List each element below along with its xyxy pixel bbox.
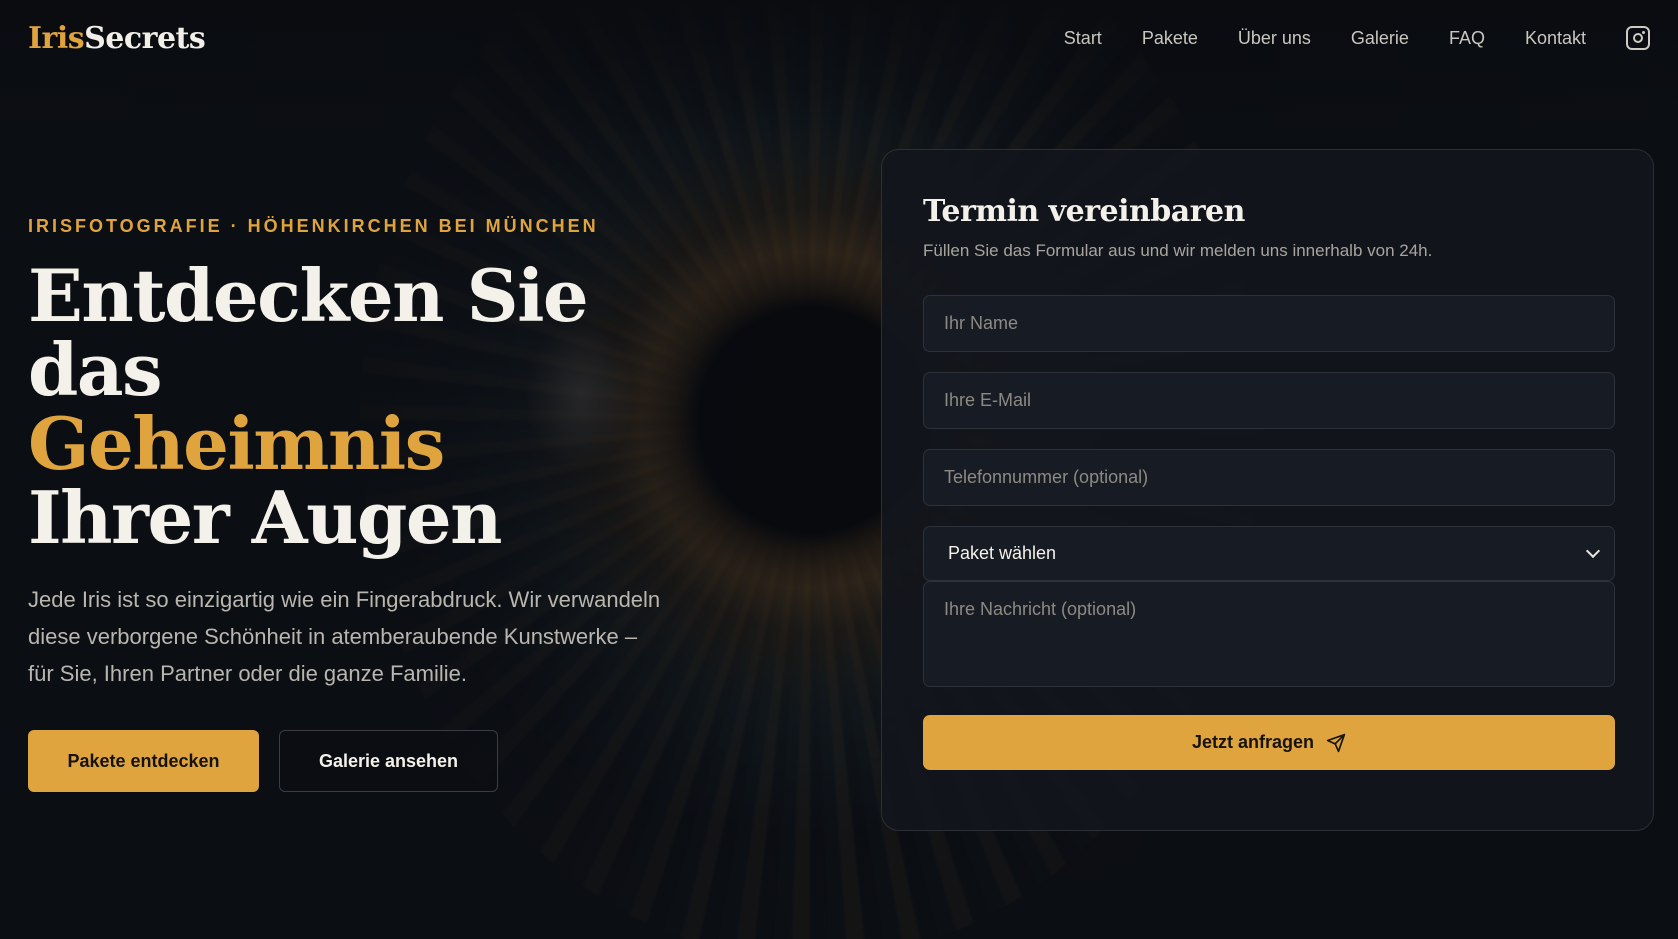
form-fields: Paket wählen Jetzt anfragen (923, 295, 1615, 770)
hero-lead: Jede Iris ist so einzigartig wie ein Fin… (28, 587, 661, 686)
gallery-button[interactable]: Galerie ansehen (279, 730, 498, 792)
submit-button[interactable]: Jetzt anfragen (923, 715, 1615, 770)
main-nav: Start Pakete Über uns Galerie FAQ Kontak… (1064, 26, 1650, 50)
name-input[interactable] (923, 295, 1615, 352)
hero-title-line-1: Entdecken Sie das (28, 253, 589, 412)
package-select[interactable]: Paket wählen (923, 526, 1615, 581)
hero-title: Entdecken Sie das Geheimnis Ihrer Augen (28, 259, 708, 555)
logo[interactable]: IrisSecrets (28, 20, 206, 56)
logo-part-2: Secrets (84, 20, 206, 56)
instagram-icon[interactable] (1626, 26, 1650, 50)
logo-part-1: Iris (28, 20, 85, 56)
form-title: Termin vereinbaren (923, 194, 1245, 229)
phone-input[interactable] (923, 449, 1615, 506)
nav-item-pakete[interactable]: Pakete (1142, 28, 1198, 49)
nav-item-kontakt[interactable]: Kontakt (1525, 28, 1586, 49)
nav-item-faq[interactable]: FAQ (1449, 28, 1485, 49)
package-select-value: Paket wählen (948, 543, 1057, 563)
hero-cta-group: Pakete entdecken Galerie ansehen (28, 730, 708, 792)
site-header: IrisSecrets Start Pakete Über uns Galeri… (0, 0, 1678, 76)
hero-title-highlight: Geheimnis (28, 401, 445, 486)
email-input[interactable] (923, 372, 1615, 429)
message-textarea[interactable] (923, 581, 1615, 687)
nav-item-ueber-uns[interactable]: Über uns (1238, 28, 1311, 49)
nav-item-start[interactable]: Start (1064, 28, 1102, 49)
packages-button[interactable]: Pakete entdecken (28, 730, 259, 792)
form-subtitle: Füllen Sie das Formular aus und wir meld… (923, 241, 1433, 260)
nav-item-galerie[interactable]: Galerie (1351, 28, 1409, 49)
hero-title-line-3: Ihrer Augen (28, 475, 502, 560)
hero-eyebrow: IRISFOTOGRAFIE · HÖHENKIRCHEN BEI MÜNCHE… (28, 216, 599, 236)
submit-label: Jetzt anfragen (1191, 732, 1315, 752)
appointment-form-card: Termin vereinbaren Füllen Sie das Formul… (881, 149, 1654, 831)
hero-section: IRISFOTOGRAFIE · HÖHENKIRCHEN BEI MÜNCHE… (28, 216, 708, 792)
chevron-down-icon (1585, 543, 1601, 559)
send-icon (1326, 733, 1346, 752)
